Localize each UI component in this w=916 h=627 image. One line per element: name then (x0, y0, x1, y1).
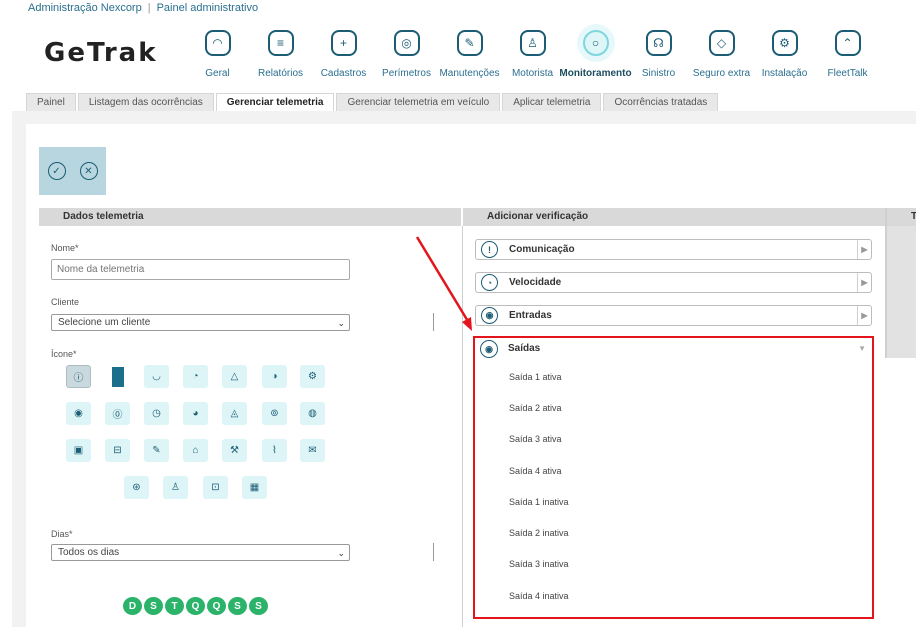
arrow-line (415, 236, 471, 324)
annotation-arrow (415, 236, 472, 331)
